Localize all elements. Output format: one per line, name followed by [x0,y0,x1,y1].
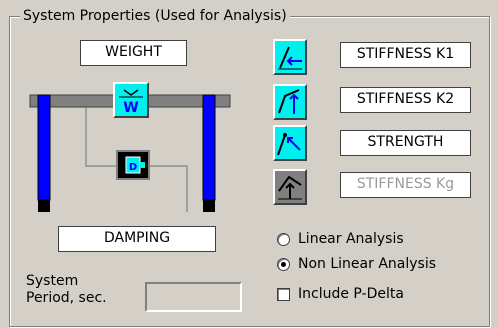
bilinear-stiffness-icon [278,89,300,114]
stiffness-kg-field[interactable]: STIFFNESS Kg [340,172,471,198]
nonlinear-analysis-label: Non Linear Analysis [298,256,437,272]
nonlinear-analysis-radio[interactable] [277,257,290,271]
weight-mass-icon[interactable]: W [113,82,149,118]
system-period-field[interactable] [145,282,242,312]
stiffness-k1-button[interactable] [273,39,307,75]
pdelta-option[interactable]: Include P-Delta [277,284,404,304]
damper-symbol: D [129,162,137,173]
strength-button[interactable] [273,125,307,161]
strength-field[interactable]: STRENGTH [340,130,471,156]
linear-analysis-option[interactable]: Linear Analysis [277,229,404,249]
damper-icon[interactable]: D [116,150,150,180]
stiffness-k2-field[interactable]: STIFFNESS K2 [340,87,471,113]
weight-field[interactable]: WEIGHT [80,40,187,66]
period-label-line2: Period, sec. [26,290,107,306]
group-title: System Properties (Used for Analysis) [20,7,290,25]
period-label-line1: System [26,273,79,289]
nonlinear-analysis-option[interactable]: Non Linear Analysis [277,254,436,274]
weight-symbol: W [123,100,138,116]
stiffness-kg-button[interactable] [273,169,307,205]
stiffness-k2-button[interactable] [273,84,307,120]
pdelta-checkbox[interactable] [277,287,290,301]
damping-field[interactable]: DAMPING [58,226,216,252]
linear-analysis-label: Linear Analysis [298,231,404,247]
linear-analysis-radio[interactable] [277,232,290,246]
geometric-stiffness-icon [278,175,302,200]
yield-strength-icon [277,133,301,156]
stiffness-k1-field[interactable]: STIFFNESS K1 [340,42,471,68]
pdelta-label: Include P-Delta [298,286,404,302]
linear-stiffness-icon [278,46,302,70]
